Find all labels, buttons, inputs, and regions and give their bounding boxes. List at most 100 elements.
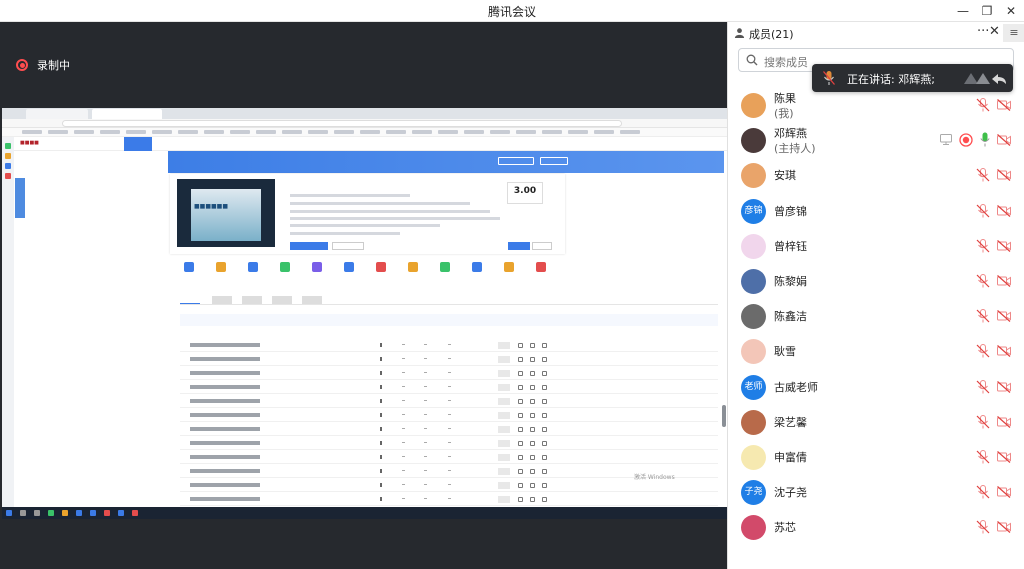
browser-tab-strip xyxy=(2,108,727,119)
member-row[interactable]: 邓辉燕 (主持人) xyxy=(728,123,1024,158)
member-avatar xyxy=(741,515,766,541)
search-icon xyxy=(746,54,758,66)
member-name: 陈鑫洁 xyxy=(774,310,807,324)
close-icon[interactable]: ✕ xyxy=(998,2,1024,20)
speaking-label: 正在讲话: 邓辉燕; xyxy=(847,73,935,86)
member-row[interactable]: 梁艺馨 xyxy=(728,405,1024,440)
member-avatar xyxy=(741,409,766,435)
shared-screen[interactable]: ■■■■ ■■■■■■ 3.00 xyxy=(2,108,727,519)
camera-off-icon[interactable] xyxy=(997,239,1011,252)
member-row[interactable]: 曾梓钰 xyxy=(728,229,1024,264)
member-avatar xyxy=(741,269,766,294)
course-tools-row xyxy=(168,260,724,288)
browser-url-field xyxy=(62,120,622,127)
member-avatar xyxy=(741,233,766,259)
course-info-card: ■■■■■■ 3.00 xyxy=(170,174,565,254)
mic-muted-icon[interactable] xyxy=(976,168,990,182)
mic-muted-icon[interactable] xyxy=(976,379,990,394)
mic-muted-icon[interactable] xyxy=(976,238,990,253)
person-icon xyxy=(734,28,745,38)
member-avatar xyxy=(741,163,766,189)
camera-off-icon[interactable] xyxy=(997,415,1011,428)
shared-side-tab xyxy=(15,178,25,218)
member-avatar: 子尧 xyxy=(741,480,766,506)
chapter-header xyxy=(180,314,718,326)
muted-mic-icon xyxy=(823,71,835,85)
mic-muted-icon[interactable] xyxy=(976,450,990,464)
camera-off-icon[interactable] xyxy=(997,451,1011,463)
menu-icon[interactable]: ≡ xyxy=(1003,24,1024,42)
camera-off-icon[interactable] xyxy=(997,134,1011,147)
camera-off-icon[interactable] xyxy=(997,345,1011,358)
mic-muted-icon[interactable] xyxy=(976,414,990,429)
shared-taskbar xyxy=(2,507,727,519)
record-icon xyxy=(16,59,28,71)
member-name: 古威老师 xyxy=(774,380,818,394)
member-panel: 成员(21) ··· ✕ ≡ 搜索成员 正在讲话: 邓辉燕; 陈果 (我) 邓辉燕(… xyxy=(727,22,1024,569)
stage-scrollbar[interactable] xyxy=(722,405,726,427)
member-row[interactable]: 子尧 沈子尧 xyxy=(728,475,1024,510)
course-subtabs xyxy=(180,295,718,305)
camera-off-icon[interactable] xyxy=(997,380,1011,393)
member-row[interactable]: 安琪 xyxy=(728,158,1024,193)
minimize-icon[interactable]: — xyxy=(950,2,976,20)
member-name: 耿雪 xyxy=(774,345,796,359)
course-cover: ■■■■■■ xyxy=(177,179,275,247)
mic-muted-icon[interactable] xyxy=(976,203,990,218)
table-row xyxy=(180,423,718,436)
mic-muted-icon[interactable] xyxy=(976,309,990,323)
camera-off-icon[interactable] xyxy=(997,204,1011,217)
recording-indicator[interactable]: 录制中 xyxy=(16,57,70,73)
member-name: 申富倩 xyxy=(774,451,807,464)
course-site-nav: ■■■■ xyxy=(14,137,727,151)
search-placeholder: 搜索成员 xyxy=(764,56,808,69)
mic-muted-icon[interactable] xyxy=(976,520,990,534)
close-panel-icon[interactable]: ✕ xyxy=(989,24,1000,39)
member-row[interactable]: 陈鑫洁 xyxy=(728,299,1024,334)
members-title: 成员(21) xyxy=(749,28,794,41)
member-name: 曾彦锦 xyxy=(774,204,807,218)
table-row xyxy=(180,353,718,366)
restore-icon[interactable]: ❐ xyxy=(974,2,1000,20)
camera-off-icon[interactable] xyxy=(997,486,1011,499)
member-avatar xyxy=(741,445,766,470)
mic-on-icon[interactable] xyxy=(980,132,990,147)
member-row[interactable]: 老师 古威老师 xyxy=(728,370,1024,405)
table-row xyxy=(180,339,718,352)
browser-tab xyxy=(26,109,88,119)
window-title: 腾讯会议 xyxy=(487,5,536,19)
table-row xyxy=(180,381,718,394)
table-row xyxy=(180,395,718,408)
member-row[interactable]: 申富倩 xyxy=(728,440,1024,475)
member-name: 苏芯 xyxy=(774,521,796,535)
member-name: 陈黎娟 xyxy=(774,275,807,288)
table-row xyxy=(180,451,718,464)
member-role: (我) xyxy=(774,107,794,120)
member-row[interactable]: 苏芯 xyxy=(728,510,1024,545)
member-row[interactable]: 耿雪 xyxy=(728,334,1024,369)
member-row[interactable]: 陈黎娟 xyxy=(728,264,1024,299)
member-row[interactable]: 陈果 (我) xyxy=(728,88,1024,123)
title-bar: 腾讯会议 — ❐ ✕ xyxy=(0,0,1024,22)
member-avatar: 老师 xyxy=(741,374,766,400)
member-avatar xyxy=(741,128,766,154)
mic-muted-icon[interactable] xyxy=(976,485,990,499)
windows-activation-watermark: 激活 Windows xyxy=(634,474,675,481)
camera-off-icon[interactable] xyxy=(997,169,1011,182)
camera-off-icon[interactable] xyxy=(997,310,1011,323)
more-icon[interactable]: ··· xyxy=(977,24,989,39)
member-name: 曾梓钰 xyxy=(774,239,807,253)
member-avatar xyxy=(741,93,766,118)
camera-off-icon[interactable] xyxy=(997,275,1011,287)
camera-off-icon[interactable] xyxy=(997,99,1011,111)
mic-muted-icon[interactable] xyxy=(976,274,990,288)
member-avatar xyxy=(741,304,766,330)
mic-muted-icon[interactable] xyxy=(976,98,990,112)
mic-muted-icon[interactable] xyxy=(976,344,990,358)
camera-off-icon[interactable] xyxy=(997,521,1011,534)
screen-share-icon[interactable] xyxy=(940,134,952,146)
member-avatar xyxy=(741,339,766,365)
site-logo: ■■■■ xyxy=(20,140,39,146)
table-row xyxy=(180,493,718,506)
member-row[interactable]: 彦锦 曾彦锦 xyxy=(728,194,1024,229)
